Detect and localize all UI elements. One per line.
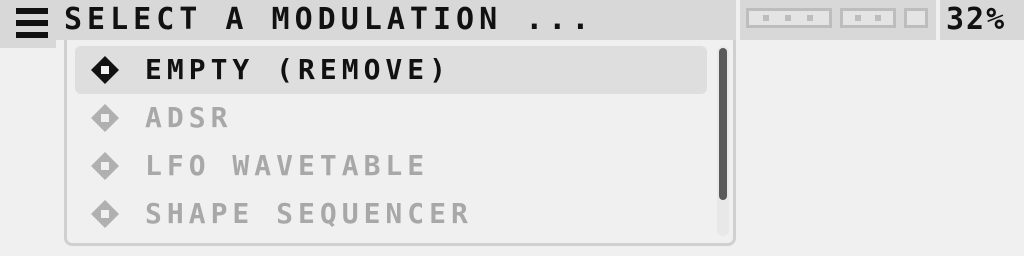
list-item[interactable]: LFO WAVETABLE [75, 142, 707, 190]
modulation-list: EMPTY (REMOVE) ADSR LFO WAVETABLE SHAPE … [75, 46, 707, 238]
list-item[interactable]: EMPTY (REMOVE) [75, 46, 707, 94]
list-item-label: SHAPE SEQUENCER [145, 197, 473, 230]
list-item-label: LFO WAVETABLE [145, 149, 430, 182]
diamond-bullet-icon [91, 56, 119, 84]
list-item[interactable]: ADSR [75, 94, 707, 142]
list-item-label: EMPTY (REMOVE) [145, 53, 452, 86]
list-item-label: ADSR [145, 101, 233, 134]
diamond-bullet-icon [91, 200, 119, 228]
meter-indicator [840, 8, 896, 28]
diamond-bullet-icon [91, 104, 119, 132]
menu-button[interactable] [0, 0, 56, 48]
meter-indicator [746, 8, 832, 28]
scrollbar[interactable] [717, 46, 729, 236]
modulation-dropdown: EMPTY (REMOVE) ADSR LFO WAVETABLE SHAPE … [64, 40, 736, 246]
battery-status: 32% [940, 0, 1024, 40]
list-item[interactable]: SHAPE SEQUENCER [75, 190, 707, 238]
scrollbar-thumb[interactable] [719, 48, 727, 200]
battery-percent: 32% [946, 2, 1007, 37]
title-bar: SELECT A MODULATION ... [56, 0, 736, 40]
status-indicators [740, 0, 936, 40]
top-bar: SELECT A MODULATION ... 32% [0, 0, 1024, 48]
diamond-bullet-icon [91, 152, 119, 180]
small-indicator [904, 8, 928, 28]
hamburger-menu-icon [16, 8, 48, 38]
page-title: SELECT A MODULATION ... [64, 2, 595, 37]
